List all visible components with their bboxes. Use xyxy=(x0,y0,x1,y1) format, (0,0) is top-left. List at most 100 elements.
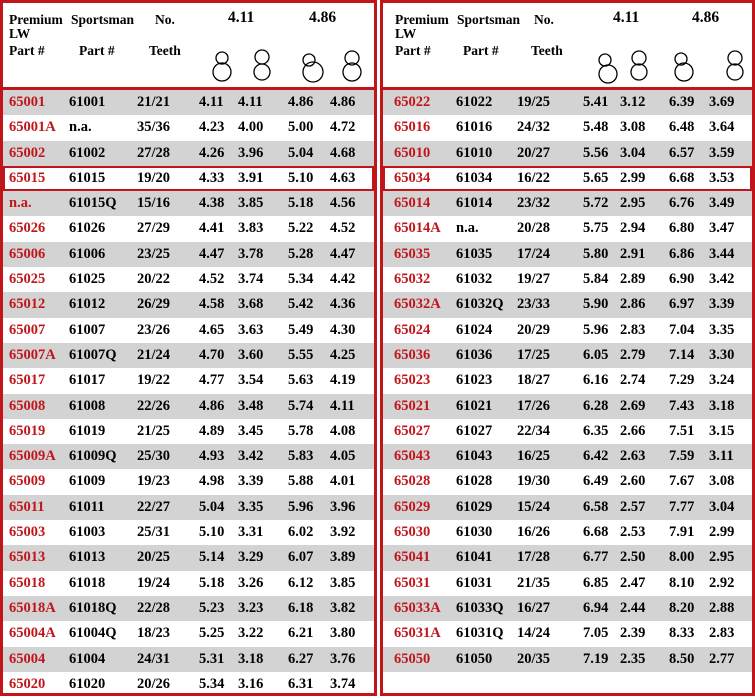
premium-part-cell: 65031A xyxy=(394,625,441,642)
teeth-cell: 19/25 xyxy=(517,94,551,110)
sportsman-part-cell: 61020 xyxy=(69,675,106,692)
ratio-486-second-cell: 3.15 xyxy=(709,422,735,439)
header-part-premium: Part # xyxy=(395,43,431,58)
premium-part-cell: 65031 xyxy=(394,574,431,591)
sportsman-part-cell: 61004 xyxy=(69,650,106,667)
sportsman-part-cell: 61043 xyxy=(456,448,493,465)
premium-part-cell: 65043 xyxy=(394,448,431,465)
teeth-cell: 22/34 xyxy=(517,422,551,439)
teeth-cell: 20/28 xyxy=(517,220,551,237)
ratio-411-first-cell: 5.34 xyxy=(199,675,225,692)
premium-part-cell: 65035 xyxy=(394,245,431,262)
ratio-486-first-cell: 6.02 xyxy=(288,524,314,541)
ratio-411-second-cell: 2.94 xyxy=(620,220,646,237)
sportsman-part-cell: 61021 xyxy=(456,397,493,414)
premium-part-cell: 65022 xyxy=(394,94,431,110)
table-row: 65004 61004 24/31 5.31 3.18 6.27 3.76 xyxy=(3,646,374,672)
premium-part-cell: 65009A xyxy=(9,448,56,465)
sportsman-part-cell: 61050 xyxy=(456,650,493,667)
teeth-cell: 21/21 xyxy=(137,94,171,110)
sportsman-part-cell: 61015 xyxy=(69,169,106,186)
ratio-486-first-cell: 8.00 xyxy=(669,549,695,566)
premium-part-cell: 65028 xyxy=(394,473,431,490)
ratio-486-second-cell: 3.82 xyxy=(330,599,356,616)
ratio-411-second-cell: 3.22 xyxy=(238,625,264,642)
ratio-486-first-cell: 6.90 xyxy=(669,271,695,288)
ratio-411-first-cell: 4.41 xyxy=(199,220,225,237)
ratio-486-second-cell: 3.59 xyxy=(709,144,735,161)
teeth-cell: 16/27 xyxy=(517,599,551,616)
premium-part-cell: 65034 xyxy=(394,169,431,186)
teeth-cell: 16/22 xyxy=(517,169,551,186)
ratio-486-first-cell: 5.83 xyxy=(288,448,314,465)
premium-part-cell: 65006 xyxy=(9,245,46,262)
teeth-cell: 21/25 xyxy=(137,422,171,439)
premium-part-cell: 65002 xyxy=(9,144,46,161)
ratio-486-first-cell: 6.18 xyxy=(288,599,314,616)
ratio-486-first-cell: 5.10 xyxy=(288,169,314,186)
ratio-411-second-cell: 3.12 xyxy=(620,94,646,110)
ratio-411-first-cell: 6.49 xyxy=(583,473,609,490)
sportsman-part-cell: 61019 xyxy=(69,422,106,439)
ratio-486-first-cell: 5.55 xyxy=(288,346,314,363)
small-gear-ring-icon xyxy=(212,51,232,82)
header-lw: LW xyxy=(395,26,417,41)
ratio-411-first-cell: 5.14 xyxy=(199,549,225,566)
ratio-486-second-cell: 4.08 xyxy=(330,422,356,439)
large-gear-ring-icon xyxy=(726,50,744,81)
ratio-411-first-cell: 4.11 xyxy=(199,94,224,110)
ratio-411-second-cell: 2.57 xyxy=(620,498,646,515)
ratio-486-first-cell: 5.78 xyxy=(288,422,314,439)
ratio-486-first-cell: 7.43 xyxy=(669,397,695,414)
ratio-411-first-cell: 4.52 xyxy=(199,271,225,288)
ratio-486-first-cell: 5.34 xyxy=(288,271,314,288)
ratio-486-second-cell: 2.83 xyxy=(709,625,735,642)
premium-part-cell: 65001 xyxy=(9,94,46,110)
ratio-486-second-cell: 4.52 xyxy=(330,220,356,237)
ratio-411-second-cell: 2.50 xyxy=(620,549,646,566)
ratio-486-first-cell: 6.07 xyxy=(288,549,314,566)
right-gear-ratio-table: Premium LW Part # Sportsman Part # No. T… xyxy=(380,0,755,696)
sportsman-part-cell: 61023 xyxy=(456,372,493,389)
ratio-486-second-cell: 3.47 xyxy=(709,220,735,237)
premium-part-cell: 65020 xyxy=(9,675,46,692)
ratio-411-first-cell: 4.98 xyxy=(199,473,225,490)
ratio-486-first-cell: 7.67 xyxy=(669,473,695,490)
ratio-411-second-cell: 3.48 xyxy=(238,397,264,414)
premium-part-cell: 65001A xyxy=(9,119,56,136)
sportsman-part-cell: 61034 xyxy=(456,169,493,186)
ratio-411-first-cell: 6.77 xyxy=(583,549,609,566)
ratio-486-first-cell: 6.31 xyxy=(288,675,314,692)
table-row: 65014 61014 23/32 5.72 2.95 6.76 3.49 xyxy=(383,191,752,217)
ratio-486-first-cell: 7.04 xyxy=(669,321,695,338)
sportsman-part-cell: 61026 xyxy=(69,220,106,237)
table-row: 65018 61018 19/24 5.18 3.26 6.12 3.85 xyxy=(3,571,374,596)
ratio-411-second-cell: 3.26 xyxy=(238,574,264,591)
table-row: 65031A 61031Q 14/24 7.05 2.39 8.33 2.83 xyxy=(383,621,752,646)
ratio-486-first-cell: 6.97 xyxy=(669,296,695,313)
table-row: 65041 61041 17/28 6.77 2.50 8.00 2.95 xyxy=(383,545,752,571)
ratio-411-second-cell: 2.60 xyxy=(620,473,646,490)
premium-part-cell: 65029 xyxy=(394,498,431,515)
ratio-411-second-cell: 3.96 xyxy=(238,144,264,161)
table-header: Premium LW Part # Sportsman Part # No. T… xyxy=(3,3,374,90)
ratio-411-second-cell: 3.68 xyxy=(238,296,264,313)
ratio-411-second-cell: 2.91 xyxy=(620,245,646,262)
teeth-cell: 19/24 xyxy=(137,574,171,591)
teeth-cell: 20/26 xyxy=(137,675,171,692)
teeth-cell: 18/27 xyxy=(517,372,551,389)
ratio-486-first-cell: 8.33 xyxy=(669,625,695,642)
header-ratio-411: 4.11 xyxy=(613,9,640,26)
teeth-cell: 16/26 xyxy=(517,524,551,541)
ratio-486-second-cell: 3.80 xyxy=(330,625,356,642)
ratio-486-first-cell: 5.22 xyxy=(288,220,314,237)
teeth-cell: 27/28 xyxy=(137,144,171,161)
sportsman-part-cell: 61006 xyxy=(69,245,106,262)
ratio-411-first-cell: 4.93 xyxy=(199,448,225,465)
ratio-411-second-cell: 2.95 xyxy=(620,195,646,212)
premium-part-cell: 65032 xyxy=(394,271,431,288)
ratio-486-first-cell: 6.68 xyxy=(669,169,695,186)
teeth-cell: 20/22 xyxy=(137,271,171,288)
sportsman-part-cell: n.a. xyxy=(456,220,479,237)
ratio-411-second-cell: 3.18 xyxy=(238,650,264,667)
